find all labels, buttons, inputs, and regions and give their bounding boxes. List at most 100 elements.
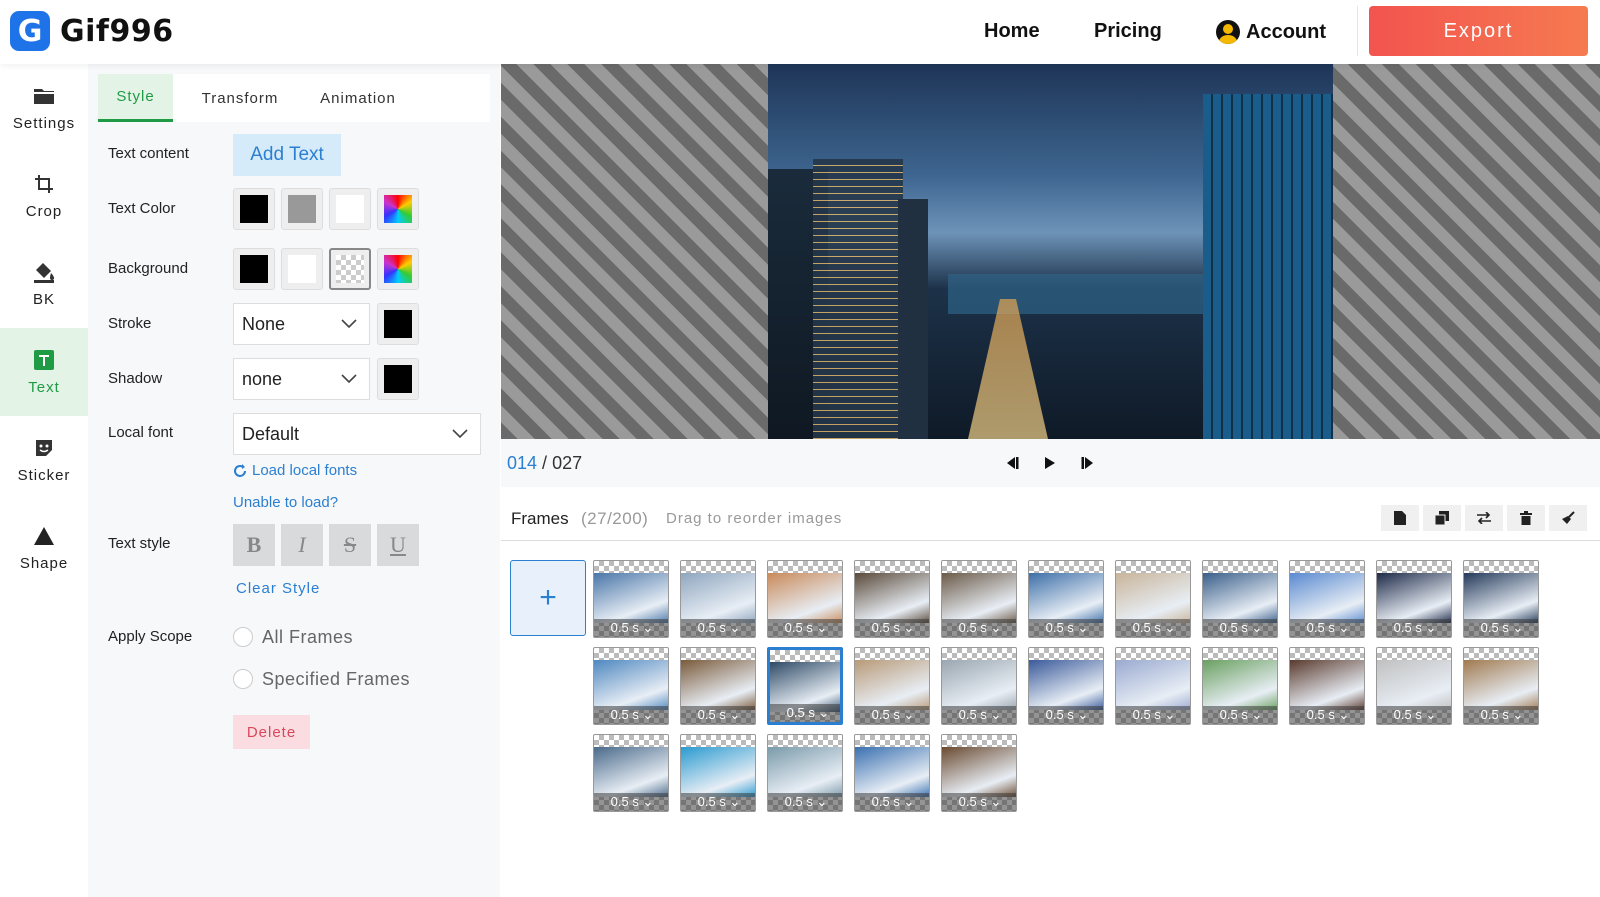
bold-button[interactable]: B xyxy=(233,524,275,566)
frame-thumbnail[interactable]: 0.5 s ⌄ xyxy=(1289,647,1365,725)
swap-frames-button[interactable] xyxy=(1465,505,1503,531)
frame-duration-select[interactable]: 0.5 s ⌄ xyxy=(1029,619,1103,637)
text-color-custom[interactable] xyxy=(377,188,419,230)
frame-duration-select[interactable]: 0.5 s ⌄ xyxy=(1029,706,1103,724)
frame-thumbnail[interactable]: 0.5 s ⌄ xyxy=(854,647,930,725)
frame-thumbnail[interactable]: 0.5 s ⌄ xyxy=(680,734,756,812)
frame-duration-select[interactable]: 0.5 s ⌄ xyxy=(1290,619,1364,637)
frame-thumbnail[interactable]: 0.5 s ⌄ xyxy=(854,734,930,812)
frame-duration-select[interactable]: 0.5 s ⌄ xyxy=(770,704,840,722)
scope-specified-label[interactable]: Specified Frames xyxy=(262,669,410,690)
rail-item-bk[interactable]: BK xyxy=(0,240,88,328)
scope-specified-radio[interactable] xyxy=(233,669,253,689)
scope-all-label[interactable]: All Frames xyxy=(262,627,353,648)
frame-thumbnail[interactable]: 0.5 s ⌄ xyxy=(593,560,669,638)
text-color-black[interactable] xyxy=(233,188,275,230)
frame-duration-select[interactable]: 0.5 s ⌄ xyxy=(1203,619,1277,637)
frame-duration-select[interactable]: 0.5 s ⌄ xyxy=(681,619,755,637)
frame-thumbnail[interactable]: 0.5 s ⌄ xyxy=(593,647,669,725)
shadow-select[interactable]: none xyxy=(233,358,370,400)
rail-item-settings[interactable]: Settings xyxy=(0,64,88,152)
stroke-select[interactable]: None xyxy=(233,303,370,345)
strikethrough-button[interactable]: S xyxy=(329,524,371,566)
frame-duration-select[interactable]: 0.5 s ⌄ xyxy=(768,793,842,811)
frame-duration-select[interactable]: 0.5 s ⌄ xyxy=(768,619,842,637)
frame-duration-select[interactable]: 0.5 s ⌄ xyxy=(594,706,668,724)
frame-duration-select[interactable]: 0.5 s ⌄ xyxy=(1377,706,1451,724)
frame-duration-select[interactable]: 0.5 s ⌄ xyxy=(1377,619,1451,637)
frame-thumbnail[interactable]: 0.5 s ⌄ xyxy=(1115,560,1191,638)
shadow-color-swatch[interactable] xyxy=(377,358,419,400)
tab-style[interactable]: Style xyxy=(98,74,173,122)
clear-style-link[interactable]: Clear Style xyxy=(236,580,320,597)
frame-thumbnail[interactable]: 0.5 s ⌄ xyxy=(767,647,843,725)
frame-duration-select[interactable]: 0.5 s ⌄ xyxy=(681,793,755,811)
rail-item-text[interactable]: Text xyxy=(0,328,88,416)
frame-thumbnail[interactable]: 0.5 s ⌄ xyxy=(941,734,1017,812)
tab-transform[interactable]: Transform xyxy=(185,74,295,122)
background-color-transparent[interactable] xyxy=(329,248,371,290)
frame-thumbnail[interactable]: 0.5 s ⌄ xyxy=(1028,560,1104,638)
frame-duration-select[interactable]: 0.5 s ⌄ xyxy=(942,706,1016,724)
frame-duration-select[interactable]: 0.5 s ⌄ xyxy=(594,619,668,637)
text-color-white[interactable] xyxy=(329,188,371,230)
frame-thumbnail[interactable]: 0.5 s ⌄ xyxy=(1463,647,1539,725)
frame-duration-select[interactable]: 0.5 s ⌄ xyxy=(855,793,929,811)
scope-all-radio[interactable] xyxy=(233,627,253,647)
previous-frame-button[interactable] xyxy=(1001,452,1023,474)
nav-home[interactable]: Home xyxy=(984,20,1040,43)
frame-duration-select[interactable]: 0.5 s ⌄ xyxy=(1116,706,1190,724)
frame-thumbnail[interactable]: 0.5 s ⌄ xyxy=(1202,560,1278,638)
delete-frame-button[interactable] xyxy=(1507,505,1545,531)
delete-button[interactable]: Delete xyxy=(233,715,310,749)
frame-duration-select[interactable]: 0.5 s ⌄ xyxy=(1290,706,1364,724)
nav-pricing[interactable]: Pricing xyxy=(1094,20,1162,43)
frame-duration-select[interactable]: 0.5 s ⌄ xyxy=(942,619,1016,637)
export-button[interactable]: Export xyxy=(1369,6,1588,56)
frame-duration-select[interactable]: 0.5 s ⌄ xyxy=(1464,619,1538,637)
frame-duration-select[interactable]: 0.5 s ⌄ xyxy=(1203,706,1277,724)
frame-thumbnail[interactable]: 0.5 s ⌄ xyxy=(680,647,756,725)
frame-thumbnail[interactable]: 0.5 s ⌄ xyxy=(680,560,756,638)
frame-thumbnail[interactable]: 0.5 s ⌄ xyxy=(767,560,843,638)
rail-item-sticker[interactable]: Sticker xyxy=(0,416,88,504)
frame-thumbnail[interactable]: 0.5 s ⌄ xyxy=(941,560,1017,638)
frame-duration-select[interactable]: 0.5 s ⌄ xyxy=(1116,619,1190,637)
new-frame-button[interactable] xyxy=(1381,505,1419,531)
background-color-custom[interactable] xyxy=(377,248,419,290)
text-color-gray[interactable] xyxy=(281,188,323,230)
unable-to-load-link[interactable]: Unable to load? xyxy=(233,494,338,511)
underline-button[interactable]: U xyxy=(377,524,419,566)
frame-thumbnail[interactable]: 0.5 s ⌄ xyxy=(1028,647,1104,725)
rail-item-shape[interactable]: Shape xyxy=(0,504,88,592)
frame-duration-select[interactable]: 0.5 s ⌄ xyxy=(681,706,755,724)
frame-thumbnail[interactable]: 0.5 s ⌄ xyxy=(767,734,843,812)
nav-account[interactable]: Account xyxy=(1216,20,1326,44)
copy-frame-button[interactable] xyxy=(1423,505,1461,531)
frame-thumbnail[interactable]: 0.5 s ⌄ xyxy=(593,734,669,812)
background-color-black[interactable] xyxy=(233,248,275,290)
frame-thumbnail[interactable]: 0.5 s ⌄ xyxy=(1202,647,1278,725)
background-color-white[interactable] xyxy=(281,248,323,290)
italic-button[interactable]: I xyxy=(281,524,323,566)
frame-duration-select[interactable]: 0.5 s ⌄ xyxy=(942,793,1016,811)
logo-icon[interactable]: G xyxy=(10,11,50,51)
load-local-fonts-link[interactable]: Load local fonts xyxy=(233,462,357,479)
frame-duration-select[interactable]: 0.5 s ⌄ xyxy=(855,619,929,637)
frame-thumbnail[interactable]: 0.5 s ⌄ xyxy=(1376,647,1452,725)
play-button[interactable] xyxy=(1039,452,1061,474)
frame-thumbnail[interactable]: 0.5 s ⌄ xyxy=(941,647,1017,725)
preview-canvas[interactable] xyxy=(501,64,1600,439)
frame-thumbnail[interactable]: 0.5 s ⌄ xyxy=(1376,560,1452,638)
next-frame-button[interactable] xyxy=(1077,452,1099,474)
add-text-button[interactable]: Add Text xyxy=(233,134,341,176)
rail-item-crop[interactable]: Crop xyxy=(0,152,88,240)
app-name[interactable]: Gif996 xyxy=(60,14,174,49)
tab-animation[interactable]: Animation xyxy=(303,74,413,122)
local-font-select[interactable]: Default xyxy=(233,413,481,455)
frame-thumbnail[interactable]: 0.5 s ⌄ xyxy=(1463,560,1539,638)
frame-duration-select[interactable]: 0.5 s ⌄ xyxy=(594,793,668,811)
frame-duration-select[interactable]: 0.5 s ⌄ xyxy=(855,706,929,724)
frame-duration-select[interactable]: 0.5 s ⌄ xyxy=(1464,706,1538,724)
frame-thumbnail[interactable]: 0.5 s ⌄ xyxy=(854,560,930,638)
